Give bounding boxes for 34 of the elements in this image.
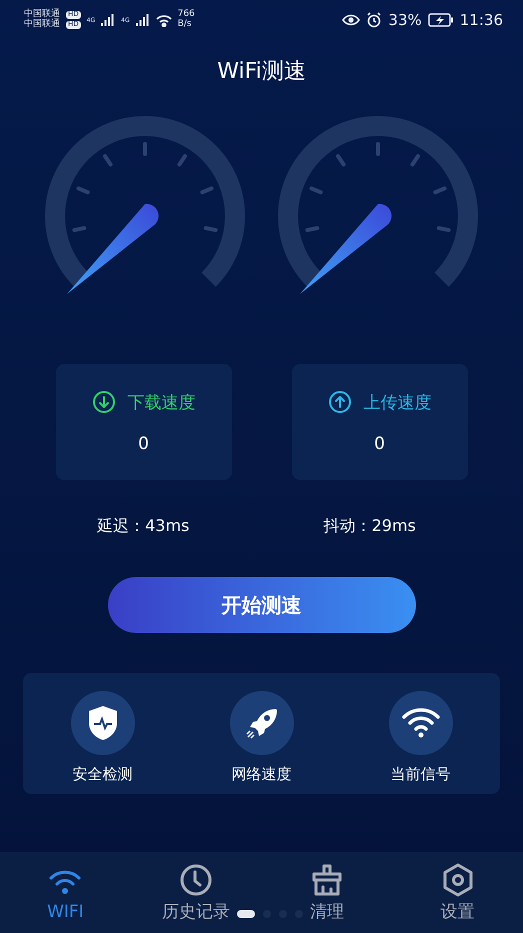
- rocket-icon: [244, 706, 278, 740]
- speed-label: 下载速度: [128, 392, 196, 414]
- upload-icon: [328, 390, 352, 414]
- carrier-name: 中国联通: [24, 10, 60, 20]
- metric-text: 抖动：29ms: [324, 516, 416, 537]
- nav-tab[interactable]: 设置: [408, 862, 508, 923]
- tool-label: 网络速度: [232, 765, 292, 784]
- signal-icon: [136, 14, 150, 26]
- wifi-icon: [400, 707, 440, 739]
- speed-label: 上传速度: [364, 392, 432, 414]
- clock-time: 11:36: [460, 11, 503, 29]
- speed-value: 0: [138, 434, 149, 454]
- battery-percent: 33%: [388, 11, 422, 29]
- carrier-name: 中国联通: [24, 20, 60, 30]
- tool-label: 安全检测: [72, 765, 132, 784]
- battery-icon: [428, 13, 454, 27]
- download-icon: [92, 390, 116, 414]
- speed-value: 0: [374, 434, 385, 454]
- shield-icon: [86, 705, 118, 741]
- alarm-icon: [366, 12, 382, 28]
- page-title: WiFi测速: [216, 58, 307, 86]
- nav-tab[interactable]: 历史记录: [146, 862, 246, 923]
- nav-tab[interactable]: 清理: [276, 862, 377, 923]
- start-test-button[interactable]: 开始测速: [108, 577, 416, 633]
- page-indicator: [237, 910, 303, 918]
- eye-icon: [342, 14, 360, 26]
- wifi-icon: [156, 14, 172, 26]
- network-speed-unit: B/s: [178, 20, 192, 30]
- metric-text: 延迟：43ms: [97, 516, 190, 537]
- tool-label: 当前信号: [390, 765, 450, 784]
- nav-tab[interactable]: WIFI: [15, 864, 116, 922]
- network-speed: 766: [178, 10, 195, 20]
- clock-icon: [178, 862, 214, 898]
- signal-icon: [101, 14, 116, 26]
